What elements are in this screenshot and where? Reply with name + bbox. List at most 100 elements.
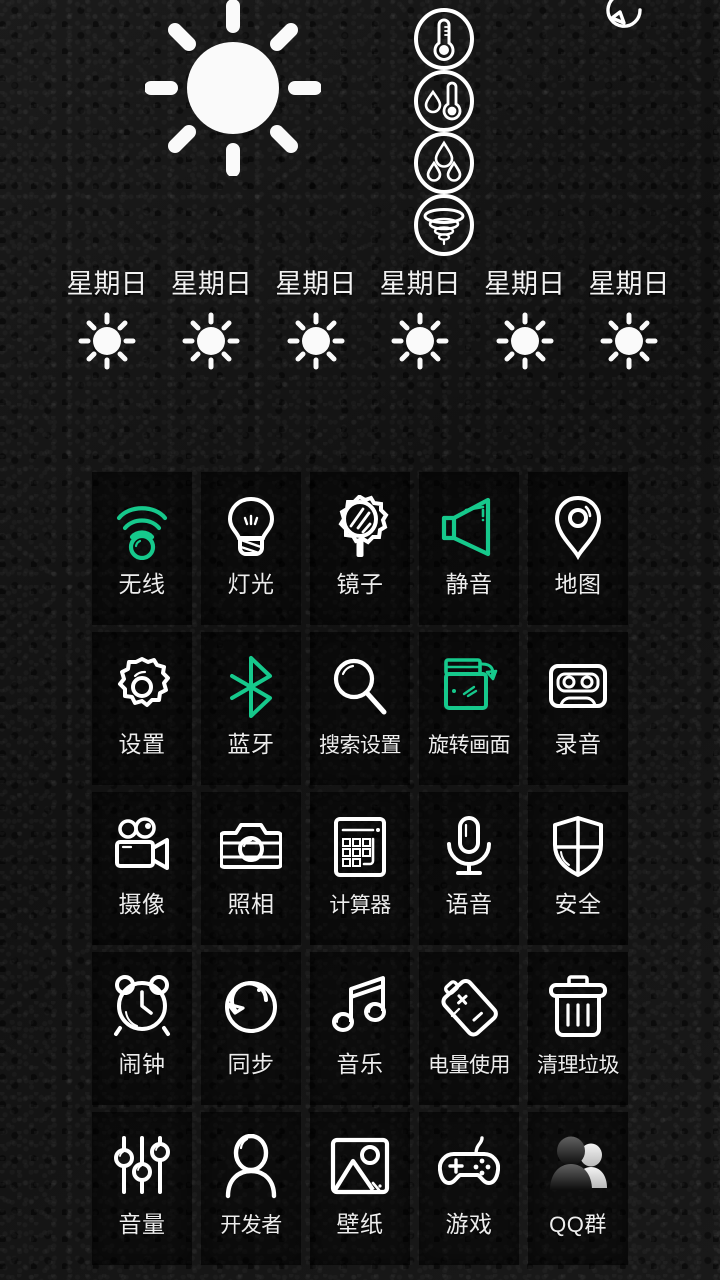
tile-label: 蓝牙 bbox=[227, 732, 275, 757]
tile-label: 录音 bbox=[554, 732, 602, 757]
raindrops-icon bbox=[411, 132, 477, 194]
forecast-strip: 星期日 星期日 星期日 星期日 星期日 星期日 bbox=[60, 268, 676, 370]
tile-label: 地图 bbox=[554, 572, 602, 597]
gear-icon bbox=[111, 654, 173, 720]
magnifier-icon bbox=[329, 654, 391, 720]
tile-camera[interactable]: 照相 bbox=[201, 792, 301, 945]
sun-icon bbox=[182, 312, 240, 370]
microphone-icon bbox=[438, 814, 500, 880]
tile-music[interactable]: 音乐 bbox=[310, 952, 410, 1105]
home-screen-background: 星期日 星期日 星期日 星期日 星期日 星期日 无线 灯光 镜子 静音 地图 设… bbox=[0, 0, 720, 1280]
sun-icon bbox=[78, 312, 136, 370]
forecast-day-label: 星期日 bbox=[484, 269, 566, 299]
weather-widget[interactable]: 星期日 星期日 星期日 星期日 星期日 星期日 bbox=[0, 0, 720, 460]
sun-icon bbox=[287, 312, 345, 370]
camera-icon bbox=[219, 814, 283, 880]
tile-recorder[interactable]: 录音 bbox=[528, 632, 628, 785]
tile-label: 电量使用 bbox=[428, 1053, 511, 1077]
tile-volume[interactable]: 音量 bbox=[92, 1112, 192, 1265]
tile-label: 语音 bbox=[445, 892, 493, 917]
tile-bluetooth[interactable]: 蓝牙 bbox=[201, 632, 301, 785]
tile-label: 开发者 bbox=[220, 1213, 282, 1237]
tile-label: 音量 bbox=[118, 1212, 166, 1237]
alarm-clock-icon bbox=[111, 974, 173, 1040]
video-camera-icon bbox=[111, 814, 173, 880]
tile-label: 闹钟 bbox=[118, 1052, 166, 1077]
tile-wifi[interactable]: 无线 bbox=[92, 472, 192, 625]
tile-label: 静音 bbox=[445, 572, 493, 597]
tile-map[interactable]: 地图 bbox=[528, 472, 628, 625]
forecast-day-label: 星期日 bbox=[275, 269, 357, 299]
sun-icon bbox=[144, 0, 322, 177]
tile-battery-usage[interactable]: 电量使用 bbox=[419, 952, 519, 1105]
tile-video[interactable]: 摄像 bbox=[92, 792, 192, 945]
tile-clean-trash[interactable]: 清理垃圾 bbox=[528, 952, 628, 1105]
bluetooth-icon bbox=[220, 654, 282, 720]
forecast-item[interactable]: 星期日 bbox=[269, 268, 363, 370]
sun-icon bbox=[496, 312, 554, 370]
trash-icon bbox=[547, 974, 609, 1040]
shield-icon bbox=[547, 814, 609, 880]
tile-label: 搜索设置 bbox=[319, 733, 402, 757]
tile-label: 灯光 bbox=[227, 572, 275, 597]
tile-label: 镜子 bbox=[336, 572, 384, 597]
thermometer-humidity-icon bbox=[411, 70, 477, 132]
tile-mute[interactable]: 静音 bbox=[419, 472, 519, 625]
lightbulb-icon bbox=[220, 494, 282, 560]
tile-label: 同步 bbox=[227, 1052, 275, 1077]
music-note-icon bbox=[329, 974, 391, 1040]
sun-icon bbox=[391, 312, 449, 370]
forecast-day-label: 星期日 bbox=[170, 269, 252, 299]
tile-voice[interactable]: 语音 bbox=[419, 792, 519, 945]
tile-label: 计算器 bbox=[329, 893, 391, 917]
mirror-icon bbox=[329, 494, 391, 560]
tornado-icon bbox=[411, 194, 477, 256]
tile-games[interactable]: 游戏 bbox=[419, 1112, 519, 1265]
tile-developer[interactable]: 开发者 bbox=[201, 1112, 301, 1265]
tile-mirror[interactable]: 镜子 bbox=[310, 472, 410, 625]
refresh-icon[interactable] bbox=[596, 0, 652, 38]
tile-sync[interactable]: 同步 bbox=[201, 952, 301, 1105]
tile-label: QQ群 bbox=[549, 1212, 607, 1237]
forecast-item[interactable]: 星期日 bbox=[164, 268, 258, 370]
sync-icon bbox=[220, 974, 282, 1040]
tile-calculator[interactable]: 计算器 bbox=[310, 792, 410, 945]
tile-security[interactable]: 安全 bbox=[528, 792, 628, 945]
tile-label: 安全 bbox=[554, 892, 602, 917]
forecast-item[interactable]: 星期日 bbox=[373, 268, 467, 370]
gamepad-icon bbox=[437, 1134, 501, 1200]
picture-icon bbox=[329, 1134, 391, 1200]
tile-label: 照相 bbox=[227, 892, 275, 917]
tile-alarm[interactable]: 闹钟 bbox=[92, 952, 192, 1105]
tile-qq-group[interactable]: QQ群 bbox=[528, 1112, 628, 1265]
forecast-day-label: 星期日 bbox=[588, 269, 670, 299]
toolbox-grid: 无线 灯光 镜子 静音 地图 设置 蓝牙 搜索设置 旋转画面 录音 摄像 照相 … bbox=[92, 472, 628, 1265]
tile-label: 清理垃圾 bbox=[537, 1053, 620, 1077]
weather-stats-column bbox=[411, 8, 483, 256]
tile-label: 音乐 bbox=[336, 1052, 384, 1077]
person-icon bbox=[220, 1133, 282, 1200]
forecast-item[interactable]: 星期日 bbox=[478, 268, 572, 370]
wifi-icon bbox=[111, 494, 173, 561]
tile-label: 无线 bbox=[118, 572, 166, 597]
tile-light[interactable]: 灯光 bbox=[201, 472, 301, 625]
qq-group-icon bbox=[547, 1134, 609, 1200]
forecast-day-label: 星期日 bbox=[66, 269, 148, 299]
speaker-mute-icon bbox=[438, 494, 500, 560]
sliders-icon bbox=[111, 1134, 173, 1200]
forecast-item[interactable]: 星期日 bbox=[60, 268, 154, 370]
tile-search-settings[interactable]: 搜索设置 bbox=[310, 632, 410, 785]
forecast-day-label: 星期日 bbox=[379, 269, 461, 299]
tile-wallpaper[interactable]: 壁纸 bbox=[310, 1112, 410, 1265]
map-pin-icon bbox=[547, 494, 609, 561]
tile-settings[interactable]: 设置 bbox=[92, 632, 192, 785]
tile-rotate-screen[interactable]: 旋转画面 bbox=[419, 632, 519, 785]
tile-label: 摄像 bbox=[118, 892, 166, 917]
battery-icon bbox=[438, 974, 500, 1040]
forecast-item[interactable]: 星期日 bbox=[582, 268, 676, 370]
rotate-screen-icon bbox=[438, 654, 500, 720]
thermometer-icon bbox=[411, 8, 477, 70]
tile-label: 设置 bbox=[118, 732, 166, 757]
tile-label: 壁纸 bbox=[336, 1212, 384, 1237]
calculator-icon bbox=[329, 814, 391, 880]
